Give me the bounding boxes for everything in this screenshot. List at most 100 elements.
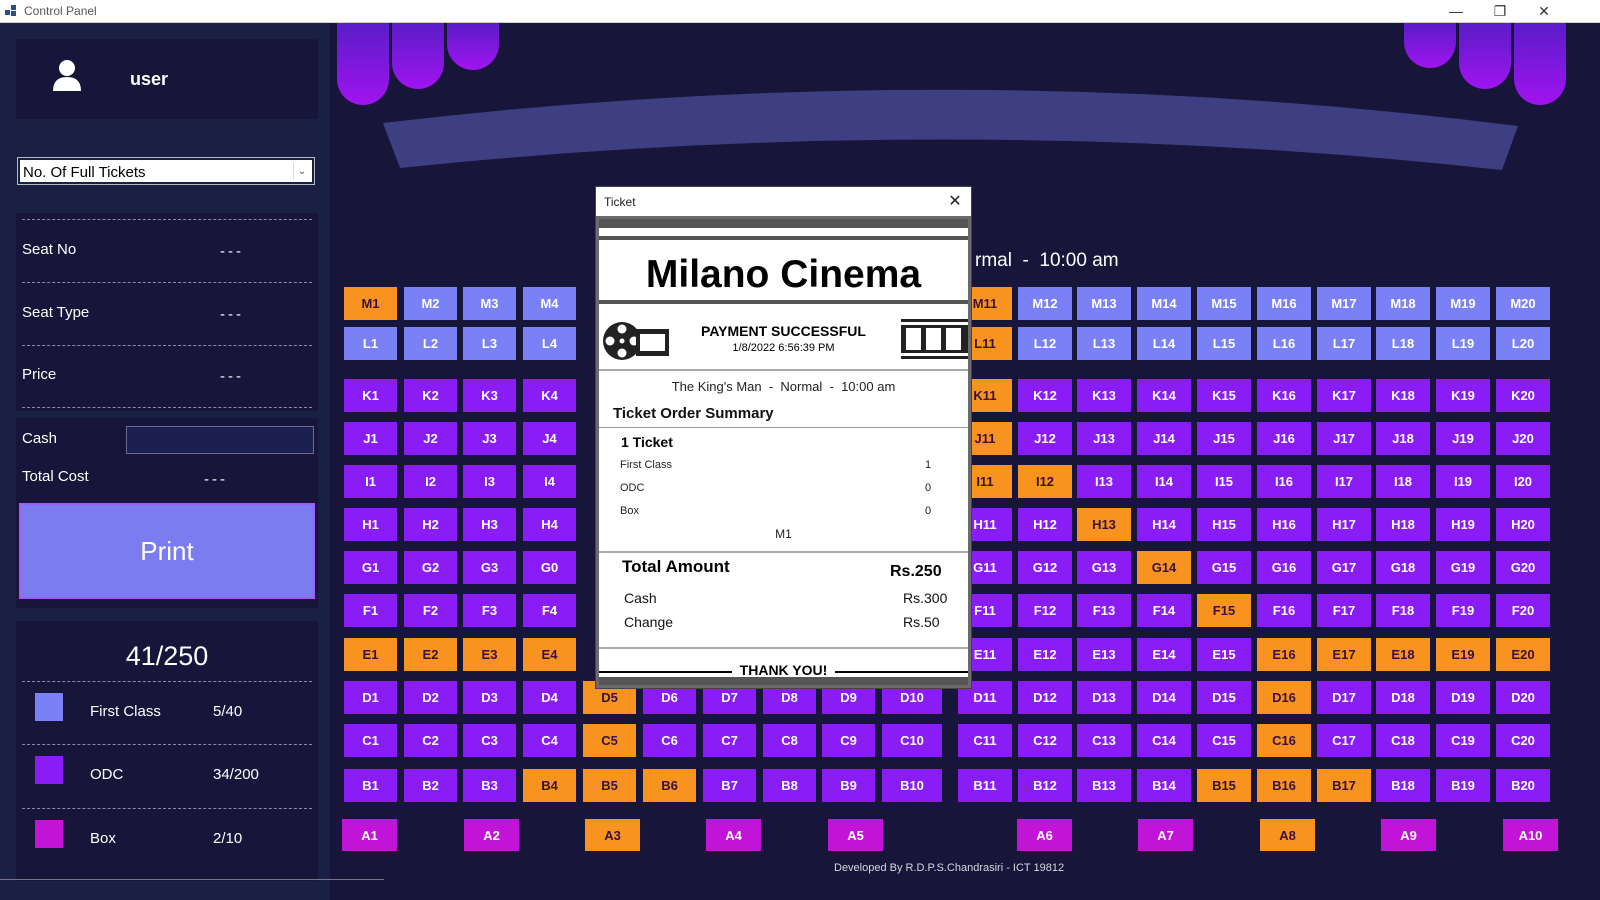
seat-g16[interactable]: G16	[1257, 551, 1311, 584]
seat-k12[interactable]: K12	[1018, 379, 1072, 412]
seat-l12[interactable]: L12	[1018, 327, 1072, 360]
seat-h3[interactable]: H3	[463, 508, 516, 541]
seat-j18[interactable]: J18	[1376, 422, 1430, 455]
seat-a7[interactable]: A7	[1138, 819, 1193, 851]
seat-j12[interactable]: J12	[1018, 422, 1072, 455]
seat-e18[interactable]: E18	[1376, 638, 1430, 671]
seat-h20[interactable]: H20	[1496, 508, 1550, 541]
seat-d2[interactable]: D2	[404, 681, 457, 714]
seat-i18[interactable]: I18	[1376, 465, 1430, 498]
seat-d15[interactable]: D15	[1197, 681, 1251, 714]
seat-d14[interactable]: D14	[1137, 681, 1191, 714]
seat-g15[interactable]: G15	[1197, 551, 1251, 584]
seat-g17[interactable]: G17	[1317, 551, 1371, 584]
seat-g0[interactable]: G0	[523, 551, 576, 584]
seat-c10[interactable]: C10	[882, 724, 942, 757]
seat-b16[interactable]: B16	[1257, 769, 1311, 802]
seat-i3[interactable]: I3	[463, 465, 516, 498]
seat-e19[interactable]: E19	[1436, 638, 1490, 671]
seat-d4[interactable]: D4	[523, 681, 576, 714]
seat-i14[interactable]: I14	[1137, 465, 1191, 498]
seat-e14[interactable]: E14	[1137, 638, 1191, 671]
seat-k3[interactable]: K3	[463, 379, 516, 412]
seat-d13[interactable]: D13	[1077, 681, 1131, 714]
seat-c14[interactable]: C14	[1137, 724, 1191, 757]
seat-a6[interactable]: A6	[1017, 819, 1072, 851]
seat-k17[interactable]: K17	[1317, 379, 1371, 412]
seat-m3[interactable]: M3	[463, 287, 516, 320]
seat-d19[interactable]: D19	[1436, 681, 1490, 714]
seat-b1[interactable]: B1	[344, 769, 397, 802]
seat-c18[interactable]: C18	[1376, 724, 1430, 757]
seat-l20[interactable]: L20	[1496, 327, 1550, 360]
seat-m2[interactable]: M2	[404, 287, 457, 320]
seat-d1[interactable]: D1	[344, 681, 397, 714]
seat-j19[interactable]: J19	[1436, 422, 1490, 455]
seat-h2[interactable]: H2	[404, 508, 457, 541]
seat-k20[interactable]: K20	[1496, 379, 1550, 412]
seat-i19[interactable]: I19	[1436, 465, 1490, 498]
seat-i4[interactable]: I4	[523, 465, 576, 498]
seat-h16[interactable]: H16	[1257, 508, 1311, 541]
seat-e12[interactable]: E12	[1018, 638, 1072, 671]
seat-k15[interactable]: K15	[1197, 379, 1251, 412]
seat-l16[interactable]: L16	[1257, 327, 1311, 360]
seat-c3[interactable]: C3	[463, 724, 516, 757]
seat-l2[interactable]: L2	[404, 327, 457, 360]
seat-j2[interactable]: J2	[404, 422, 457, 455]
seat-a4[interactable]: A4	[706, 819, 761, 851]
seat-f12[interactable]: F12	[1018, 594, 1072, 627]
seat-k13[interactable]: K13	[1077, 379, 1131, 412]
seat-j20[interactable]: J20	[1496, 422, 1550, 455]
seat-h19[interactable]: H19	[1436, 508, 1490, 541]
seat-a10[interactable]: A10	[1503, 819, 1558, 851]
seat-h4[interactable]: H4	[523, 508, 576, 541]
seat-b10[interactable]: B10	[882, 769, 942, 802]
seat-l1[interactable]: L1	[344, 327, 397, 360]
seat-c11[interactable]: C11	[958, 724, 1012, 757]
seat-d20[interactable]: D20	[1496, 681, 1550, 714]
seat-i12[interactable]: I12	[1018, 465, 1072, 498]
seat-g20[interactable]: G20	[1496, 551, 1550, 584]
seat-b13[interactable]: B13	[1077, 769, 1131, 802]
seat-f15[interactable]: F15	[1197, 594, 1251, 627]
seat-h12[interactable]: H12	[1018, 508, 1072, 541]
seat-m19[interactable]: M19	[1436, 287, 1490, 320]
seat-h17[interactable]: H17	[1317, 508, 1371, 541]
seat-j13[interactable]: J13	[1077, 422, 1131, 455]
seat-b15[interactable]: B15	[1197, 769, 1251, 802]
seat-j16[interactable]: J16	[1257, 422, 1311, 455]
seat-e13[interactable]: E13	[1077, 638, 1131, 671]
seat-m20[interactable]: M20	[1496, 287, 1550, 320]
seat-a5[interactable]: A5	[828, 819, 883, 851]
seat-d16[interactable]: D16	[1257, 681, 1311, 714]
seat-i17[interactable]: I17	[1317, 465, 1371, 498]
seat-m4[interactable]: M4	[523, 287, 576, 320]
seat-h1[interactable]: H1	[344, 508, 397, 541]
seat-c1[interactable]: C1	[344, 724, 397, 757]
seat-j1[interactable]: J1	[344, 422, 397, 455]
seat-h14[interactable]: H14	[1137, 508, 1191, 541]
seat-c19[interactable]: C19	[1436, 724, 1490, 757]
seat-l4[interactable]: L4	[523, 327, 576, 360]
seat-i1[interactable]: I1	[344, 465, 397, 498]
seat-i13[interactable]: I13	[1077, 465, 1131, 498]
seat-b9[interactable]: B9	[822, 769, 875, 802]
seat-k19[interactable]: K19	[1436, 379, 1490, 412]
seat-g18[interactable]: G18	[1376, 551, 1430, 584]
seat-b11[interactable]: B11	[958, 769, 1012, 802]
seat-l15[interactable]: L15	[1197, 327, 1251, 360]
seat-l18[interactable]: L18	[1376, 327, 1430, 360]
seat-f18[interactable]: F18	[1376, 594, 1430, 627]
seat-k18[interactable]: K18	[1376, 379, 1430, 412]
cash-input[interactable]	[126, 426, 314, 454]
seat-c9[interactable]: C9	[822, 724, 875, 757]
seat-c15[interactable]: C15	[1197, 724, 1251, 757]
seat-f14[interactable]: F14	[1137, 594, 1191, 627]
seat-d18[interactable]: D18	[1376, 681, 1430, 714]
seat-k16[interactable]: K16	[1257, 379, 1311, 412]
seat-m12[interactable]: M12	[1018, 287, 1072, 320]
seat-e1[interactable]: E1	[344, 638, 397, 671]
seat-f4[interactable]: F4	[523, 594, 576, 627]
seat-e20[interactable]: E20	[1496, 638, 1550, 671]
